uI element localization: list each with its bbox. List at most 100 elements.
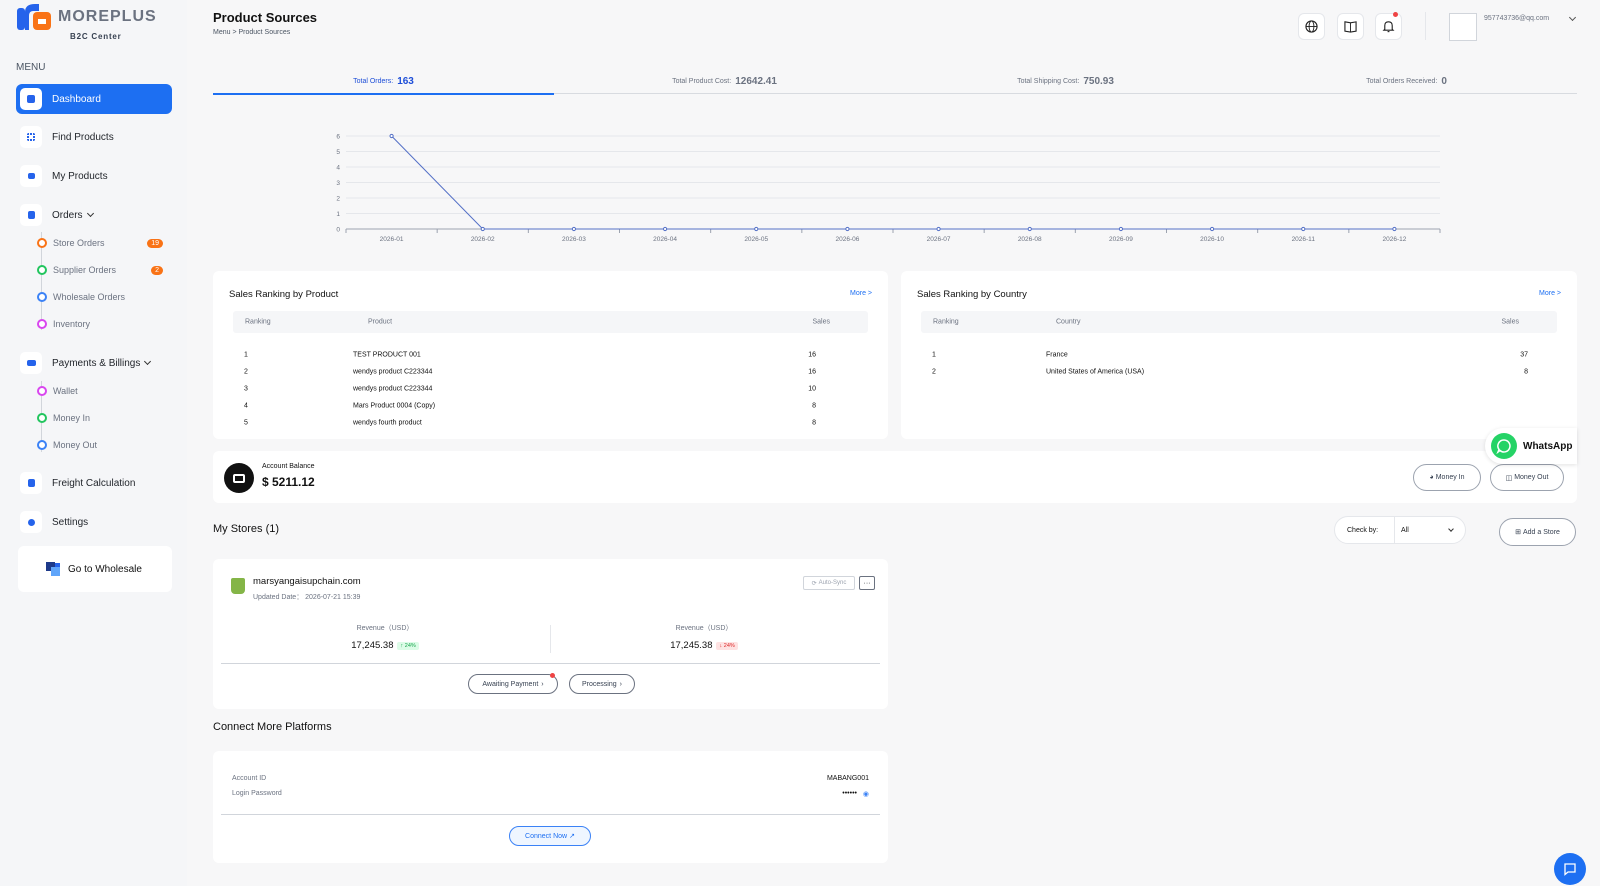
sidebar-item-label: Find Products xyxy=(52,131,114,143)
dot-icon xyxy=(37,386,47,396)
money-out-button[interactable]: ◫ Money Out xyxy=(1490,464,1564,491)
card-title: Sales Ranking by Country xyxy=(917,289,1027,300)
connect-now-button[interactable]: Connect Now ↗ xyxy=(509,826,591,846)
notification-dot xyxy=(1393,12,1398,17)
processing-button[interactable]: Processing › xyxy=(569,674,635,694)
data-point xyxy=(1301,226,1306,232)
account-id-value: MABANG001 xyxy=(826,775,869,782)
auto-sync-button[interactable]: ⟳ Auto-Sync xyxy=(803,576,855,590)
tab-shipping-cost[interactable]: Total Shipping Cost: 750.93 xyxy=(895,70,1236,93)
tab-orders-received[interactable]: Total Orders Received: 0 xyxy=(1236,70,1577,93)
sales-cell: 16 xyxy=(808,351,816,358)
user-email[interactable]: 957743736@qq.com xyxy=(1484,15,1549,22)
sales-ranking-product-card: Sales Ranking by Product More > Ranking … xyxy=(213,271,888,439)
sidebar-item-wholesale-orders[interactable]: Wholesale Orders xyxy=(37,288,163,306)
stat-tabs: Total Orders: 163 Total Product Cost: 12… xyxy=(213,70,1577,95)
sidebar-item-payments[interactable]: Payments & Billings xyxy=(16,348,172,378)
y-tick-label: 6 xyxy=(336,134,340,141)
column-header: Sales xyxy=(812,318,830,326)
sidebar-item-label: Settings xyxy=(52,516,89,528)
chevron-down-icon[interactable] xyxy=(1568,13,1577,22)
check-by-value: All xyxy=(1401,526,1409,534)
x-tick-label: 2026-10 xyxy=(1200,236,1224,243)
language-button[interactable] xyxy=(1298,13,1325,40)
add-store-button[interactable]: ⊞ Add a Store xyxy=(1499,518,1576,546)
sidebar-item-money-out[interactable]: Money Out xyxy=(37,436,163,454)
orders-icon xyxy=(20,204,42,226)
account-id-row: Account ID MABANG001 xyxy=(232,775,869,782)
whatsapp-button[interactable]: WhatsApp xyxy=(1485,428,1577,464)
avatar[interactable] xyxy=(1449,13,1477,41)
rank-cell: 1 xyxy=(932,351,936,358)
button-label: Add a Store xyxy=(1522,528,1560,536)
data-point xyxy=(845,226,850,232)
sidebar-item-money-in[interactable]: Money In xyxy=(37,409,163,427)
sidebar-item-settings[interactable]: Settings xyxy=(16,507,172,537)
column-header: Country xyxy=(1056,318,1081,326)
sidebar-item-wallet[interactable]: Wallet xyxy=(37,382,163,400)
sidebar-item-my-products[interactable]: My Products xyxy=(16,161,172,191)
dot-icon xyxy=(37,265,47,275)
eye-icon[interactable]: ◉ xyxy=(863,790,869,798)
sidebar-item-supplier-orders[interactable]: Supplier Orders 2 xyxy=(37,261,163,279)
sidebar-item-store-orders[interactable]: Store Orders 19 xyxy=(37,234,163,252)
chevron-down-icon xyxy=(1448,525,1454,532)
chat-icon xyxy=(1564,863,1576,876)
sales-cell: 8 xyxy=(812,419,816,426)
chat-support-button[interactable] xyxy=(1554,853,1586,885)
my-stores-title: My Stores (1) xyxy=(213,523,280,535)
book-icon xyxy=(1344,21,1357,33)
button-label: Processing xyxy=(582,680,617,688)
column-header: Sales xyxy=(1501,318,1519,326)
brand-subtitle: B2C Center xyxy=(70,32,122,41)
button-label: Money In xyxy=(1435,474,1465,481)
sidebar-item-inventory[interactable]: Inventory xyxy=(37,315,163,333)
store-updated-date: Updated Date： 2026-07-21 15:39 xyxy=(253,594,361,601)
main-content: Product Sources Menu > Product Sources 9… xyxy=(187,0,1600,886)
sidebar-item-find-products[interactable]: Find Products xyxy=(16,122,172,152)
tab-product-cost[interactable]: Total Product Cost: 12642.41 xyxy=(554,70,895,93)
check-by-label: Check by: xyxy=(1335,517,1395,543)
guide-button[interactable] xyxy=(1337,13,1364,40)
rank-cell: 1 xyxy=(244,351,248,358)
sidebar-item-orders[interactable]: Orders xyxy=(16,200,172,230)
external-link-icon: ↗ xyxy=(569,833,575,840)
x-tick-label: 2026-05 xyxy=(744,236,768,243)
money-in-button[interactable]: ◕ Money In xyxy=(1413,464,1481,491)
tab-total-orders[interactable]: Total Orders: 163 xyxy=(213,70,554,95)
go-to-wholesale-button[interactable]: Go to Wholesale xyxy=(18,546,172,592)
check-by-select[interactable]: Check by: All xyxy=(1334,516,1466,544)
more-link[interactable]: More > xyxy=(850,290,872,297)
notifications-button[interactable] xyxy=(1375,12,1402,40)
data-point xyxy=(1027,226,1032,232)
country-cell: France xyxy=(1046,351,1068,358)
sidebar-item-freight[interactable]: Freight Calculation xyxy=(16,468,172,498)
sub-item-label: Wallet xyxy=(53,386,78,396)
table-row: 3 wendys product C223344 10 xyxy=(233,380,868,397)
sidebar-item-dashboard[interactable]: Dashboard xyxy=(16,84,172,114)
awaiting-payment-button[interactable]: Awaiting Payment › xyxy=(468,673,558,694)
breadcrumb: Menu > Product Sources xyxy=(213,29,291,36)
data-point xyxy=(1209,226,1215,232)
sidebar: MOREPLUS B2C Center MENU Dashboard Find … xyxy=(0,0,187,886)
plus-square-icon: ⊞ xyxy=(1515,529,1521,536)
data-point xyxy=(662,226,668,232)
cart-icon xyxy=(20,165,42,187)
shopify-icon xyxy=(231,578,245,594)
divider xyxy=(221,663,880,664)
balance-value: $ 5211.12 xyxy=(262,475,315,489)
more-link[interactable]: More > xyxy=(1539,290,1561,297)
stat-label: Total Shipping Cost: xyxy=(1017,78,1080,85)
dot-icon xyxy=(37,319,47,329)
product-cell: wendys product C223344 xyxy=(353,368,433,375)
brand-name: MOREPLUS xyxy=(58,8,157,25)
bell-icon xyxy=(1382,21,1395,33)
more-options-button[interactable]: ··· xyxy=(859,576,875,590)
x-tick-label: 2026-11 xyxy=(1292,236,1316,243)
chevron-down-icon xyxy=(144,357,152,366)
revenue-value: 17,245.38 xyxy=(670,640,713,651)
table-header: Ranking Product Sales xyxy=(233,311,868,333)
sales-cell: 8 xyxy=(1524,368,1528,375)
menu-label: MENU xyxy=(16,62,46,73)
count-badge: 2 xyxy=(151,265,163,275)
